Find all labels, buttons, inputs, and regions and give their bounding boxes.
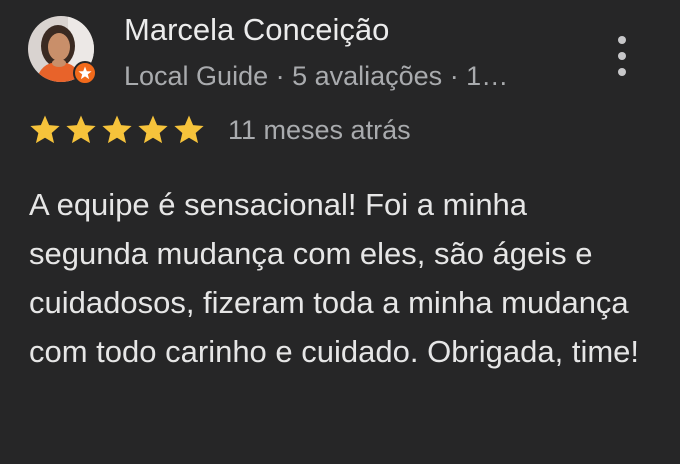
rating-row: 11 meses atrás (28, 112, 411, 148)
star-icon (138, 115, 168, 144)
more-options-button[interactable] (606, 32, 638, 80)
more-vert-icon (606, 32, 638, 80)
local-guide-badge-icon (73, 61, 97, 85)
star-icon (66, 115, 96, 144)
author-name[interactable]: Marcela Conceição (124, 12, 389, 48)
star-icon (102, 115, 132, 144)
review-card: Marcela Conceição Local Guide · 5 avalia… (0, 0, 680, 464)
star-icon (174, 115, 204, 144)
author-meta[interactable]: Local Guide · 5 avaliações · 1… (124, 61, 508, 92)
review-date: 11 meses atrás (228, 114, 411, 145)
star-icon (30, 115, 60, 144)
avatar[interactable] (28, 16, 97, 85)
star-rating (28, 113, 208, 147)
review-text: A equipe é sensacional! Foi a minha segu… (29, 187, 640, 369)
